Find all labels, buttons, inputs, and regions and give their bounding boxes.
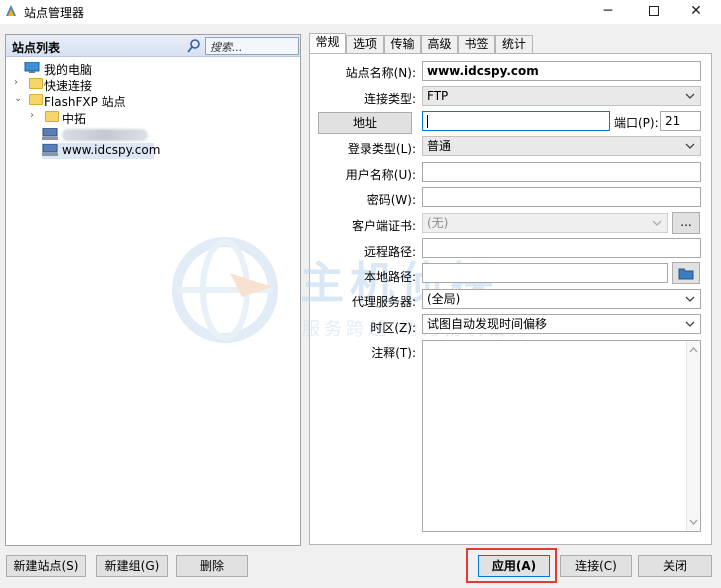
username-input[interactable]: [422, 162, 701, 182]
browse-folder-button[interactable]: [672, 262, 700, 284]
tab-transfer[interactable]: 传输: [384, 35, 421, 53]
site-list-title: 站点列表: [12, 41, 61, 55]
new-site-button[interactable]: 新建站点(S): [6, 555, 86, 577]
client-cert-value: (无): [427, 216, 449, 230]
folder-icon: [45, 111, 59, 122]
chevron-down-icon[interactable]: ⌄: [14, 93, 24, 104]
close-window-button[interactable]: ✕: [676, 0, 716, 24]
new-group-button[interactable]: 新建组(G): [96, 555, 168, 577]
chevron-right-icon[interactable]: ›: [30, 110, 40, 121]
search-input[interactable]: 搜索...: [205, 37, 299, 55]
tree-item-label: FlashFXP 站点: [44, 95, 126, 109]
redacted-text: [62, 129, 148, 141]
search-icon[interactable]: [186, 38, 202, 54]
connect-button[interactable]: 连接(C): [560, 555, 632, 577]
chevron-down-icon: [685, 296, 695, 302]
folder-icon: [29, 78, 43, 89]
login-type-value: 普通: [427, 139, 452, 153]
title-bar: 站点管理器 ─ ✕: [0, 0, 721, 24]
tree-item-label: www.idcspy.com: [62, 143, 161, 157]
text-caret: [427, 115, 428, 128]
site-name-input[interactable]: www.idcspy.com: [422, 61, 701, 81]
connection-type-select[interactable]: FTP: [422, 86, 701, 106]
close-button[interactable]: 关闭: [638, 555, 712, 577]
tab-options[interactable]: 选项: [346, 35, 384, 53]
proxy-select[interactable]: (全局): [422, 289, 701, 309]
tree-item-label: 快速连接: [44, 79, 93, 93]
tab-bookmarks[interactable]: 书签: [458, 35, 495, 53]
password-input[interactable]: [422, 187, 701, 207]
server-icon: [42, 128, 58, 140]
computer-icon: [24, 62, 40, 73]
notes-label: 注释(T):: [371, 346, 416, 360]
site-name-label: 站点名称(N):: [345, 66, 416, 80]
timezone-label: 时区(Z):: [370, 321, 416, 335]
scroll-down-icon[interactable]: [689, 519, 698, 526]
tab-statistics[interactable]: 统计: [495, 35, 533, 53]
client-cert-label: 客户端证书:: [351, 219, 416, 233]
folder-icon: [29, 94, 43, 105]
port-label: 端口(P):: [614, 116, 659, 130]
proxy-value: (全局): [427, 292, 461, 306]
window-title: 站点管理器: [24, 6, 85, 20]
remote-path-input[interactable]: [422, 238, 701, 258]
tab-general[interactable]: 常规: [309, 33, 346, 54]
timezone-value: 试图自动发现时间偏移: [427, 317, 548, 331]
maximize-icon: [649, 6, 659, 16]
minimize-button[interactable]: ─: [588, 0, 628, 24]
app-icon: [6, 5, 16, 16]
port-input[interactable]: 21: [660, 111, 701, 131]
tab-advanced[interactable]: 高级: [421, 35, 458, 53]
chevron-down-icon: [685, 143, 695, 149]
chevron-down-icon: [685, 93, 695, 99]
local-path-label: 本地路径:: [363, 270, 416, 284]
address-button[interactable]: 地址: [318, 112, 412, 134]
chevron-right-icon[interactable]: ›: [14, 77, 24, 88]
site-list-panel: 站点列表 搜索... 我的电脑 › 快速连接 ⌄ FlashFXP 站点 › 中…: [5, 34, 301, 546]
connection-type-label: 连接类型:: [363, 92, 416, 106]
tree-item-idcspy[interactable]: www.idcspy.com: [42, 143, 160, 159]
server-icon: [42, 144, 58, 156]
local-path-input[interactable]: [422, 263, 668, 283]
scroll-up-icon[interactable]: [689, 346, 698, 353]
connection-type-value: FTP: [427, 89, 449, 103]
tree-item-label: 中拓: [62, 112, 87, 126]
timezone-select[interactable]: 试图自动发现时间偏移: [422, 314, 701, 334]
blurred-label: [62, 127, 148, 144]
proxy-label: 代理服务器:: [351, 295, 416, 309]
notes-textarea[interactable]: [422, 340, 701, 532]
login-type-label: 登录类型(L):: [347, 142, 416, 156]
username-label: 用户名称(U):: [345, 168, 416, 182]
client-cert-select: (无): [422, 213, 668, 233]
folder-open-icon: [678, 268, 694, 280]
chevron-down-icon: [652, 220, 662, 226]
login-type-select[interactable]: 普通: [422, 136, 701, 156]
tree-item-label: 我的电脑: [44, 63, 93, 77]
address-input[interactable]: [422, 111, 610, 131]
remote-path-label: 远程路径:: [363, 245, 416, 259]
delete-button[interactable]: 删除: [176, 555, 248, 577]
site-list-header: 站点列表 搜索...: [6, 35, 300, 57]
browse-cert-button[interactable]: ...: [672, 212, 700, 234]
chevron-down-icon: [685, 321, 695, 327]
maximize-button[interactable]: [634, 0, 674, 24]
annotation-highlight-box: [466, 548, 557, 583]
password-label: 密码(W):: [366, 193, 416, 207]
notes-scrollbar[interactable]: [686, 341, 700, 531]
